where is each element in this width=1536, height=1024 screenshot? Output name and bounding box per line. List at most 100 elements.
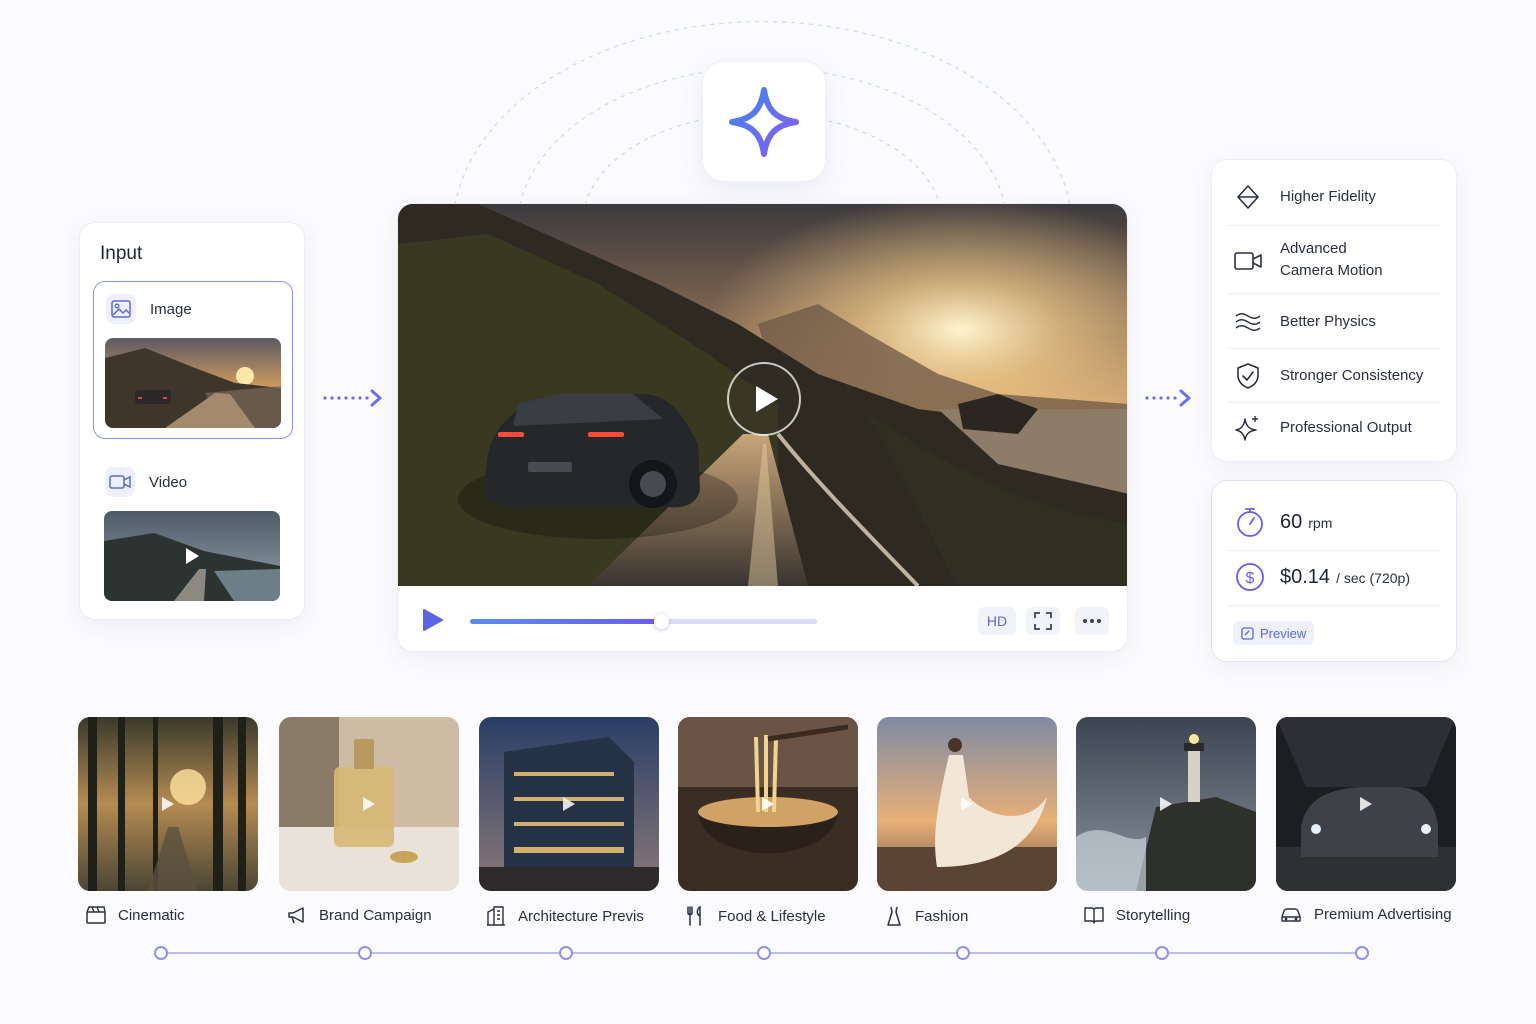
play-icon [756,386,778,412]
price-unit: / sec (720p) [1336,569,1410,586]
use-case-thumbnail-cinematic[interactable] [78,717,258,891]
input-panel-title: Input [100,243,143,264]
feature-item: Better Physics [1212,308,1458,336]
play-icon [162,797,174,811]
car-icon [1281,907,1301,922]
price-value: $0.14 [1280,565,1331,588]
svg-text:$: $ [1246,570,1255,587]
sparkle-icon [1234,414,1262,442]
input-option-label: Image [150,300,192,318]
play-icon [961,797,973,811]
clapperboard-icon [86,906,106,924]
video-icon [105,467,135,497]
preview-button[interactable]: Preview [1233,621,1315,645]
dollar-icon: $ [1234,561,1266,593]
rate-value: 60 [1280,510,1303,533]
use-case-text: Fashion [915,907,969,925]
megaphone-icon [288,907,304,924]
camera-icon [1234,247,1262,275]
preview-label: Preview [1260,625,1307,641]
image-thumbnail [105,338,281,428]
use-case-text: Food & Lifestyle [718,907,826,925]
feature-item: Stronger Consistency [1212,362,1458,390]
use-case-label-fashion: Fashion [885,906,968,926]
use-case-text: Premium Advertising [1314,906,1452,923]
timeline-dot[interactable] [757,946,771,960]
stopwatch-icon [1234,506,1266,538]
features-panel: Higher Fidelity Advanced Camera Motion B… [1211,159,1457,462]
play-icon [363,797,375,811]
video-thumbnail [104,511,280,601]
feature-label: Advanced Camera Motion [1280,240,1383,279]
player-controls: HD [398,586,1127,651]
progress-handle[interactable] [653,614,669,629]
use-case-thumbnail-architecture[interactable] [479,717,659,891]
divider [1228,293,1440,294]
divider [1228,605,1440,606]
play-icon [563,797,575,811]
use-case-thumbnail-storytelling[interactable] [1076,717,1256,891]
input-option-video[interactable]: Video [93,455,293,615]
use-case-label-storytelling: Storytelling [1084,906,1190,924]
ai-logo-tile [702,61,826,182]
fullscreen-icon[interactable] [1026,607,1060,635]
dress-icon [887,906,901,926]
timeline-dot[interactable] [559,946,573,960]
timeline-dot[interactable] [358,946,372,960]
use-case-thumbnail-premium-advertising[interactable] [1276,717,1456,891]
play-icon[interactable] [422,608,444,637]
use-case-label-cinematic: Cinematic [86,906,185,924]
use-case-label-brand-campaign: Brand Campaign [287,906,432,924]
shield-check-icon [1234,362,1262,390]
rate-limit-row: 60 rpm [1234,506,1332,538]
timeline-dot[interactable] [1355,946,1369,960]
waves-icon [1234,308,1262,336]
use-case-label-food: Food & Lifestyle [686,906,826,926]
play-icon [1360,797,1372,811]
input-option-label: Video [149,473,188,491]
divider [1228,550,1440,551]
timeline-dot[interactable] [956,946,970,960]
book-icon [1084,907,1104,924]
use-case-text: Brand Campaign [319,906,432,924]
play-icon [762,797,774,811]
arrow-right-icon [323,389,382,407]
video-frame[interactable] [398,204,1127,588]
progress-track[interactable] [470,614,817,629]
divider [1228,402,1440,403]
image-icon [106,294,136,324]
feature-item: Advanced Camera Motion [1212,238,1458,284]
edit-icon [1241,626,1254,640]
price-row: $ $0.14 / sec (720p) [1234,561,1410,593]
video-player: HD [397,203,1128,652]
feature-label: Professional Output [1280,419,1412,436]
input-panel: Input Image Video [79,222,305,620]
feature-item: Professional Output [1212,414,1458,442]
play-icon [1160,797,1172,811]
big-play-button[interactable] [727,362,801,436]
feature-label: Better Physics [1280,313,1376,330]
timeline-dot[interactable] [154,946,168,960]
use-case-text: Cinematic [118,906,185,924]
divider [1228,225,1440,226]
use-case-label-architecture: Architecture Previs [486,906,644,926]
sparkle-logo-icon [729,86,799,157]
building-icon [487,906,505,926]
arrow-right-icon [1145,389,1191,407]
feature-label: Higher Fidelity [1280,188,1376,205]
diamond-icon [1234,183,1262,211]
play-icon[interactable] [186,548,199,564]
utensils-icon [687,906,701,926]
use-case-thumbnail-fashion[interactable] [877,717,1057,891]
use-case-label-premium-advertising: Premium Advertising [1280,906,1452,923]
use-case-text: Architecture Previs [518,907,644,925]
rate-unit: rpm [1308,514,1333,531]
quality-badge[interactable]: HD [978,607,1016,635]
timeline-dot[interactable] [1155,946,1169,960]
feature-item: Higher Fidelity [1212,183,1458,211]
more-icon[interactable] [1075,607,1109,635]
input-option-image[interactable]: Image [93,281,293,439]
pricing-panel: 60 rpm $ $0.14 / sec (720p) Preview [1211,480,1457,662]
use-case-thumbnail-food[interactable] [678,717,858,891]
use-case-thumbnail-brand-campaign[interactable] [279,717,459,891]
